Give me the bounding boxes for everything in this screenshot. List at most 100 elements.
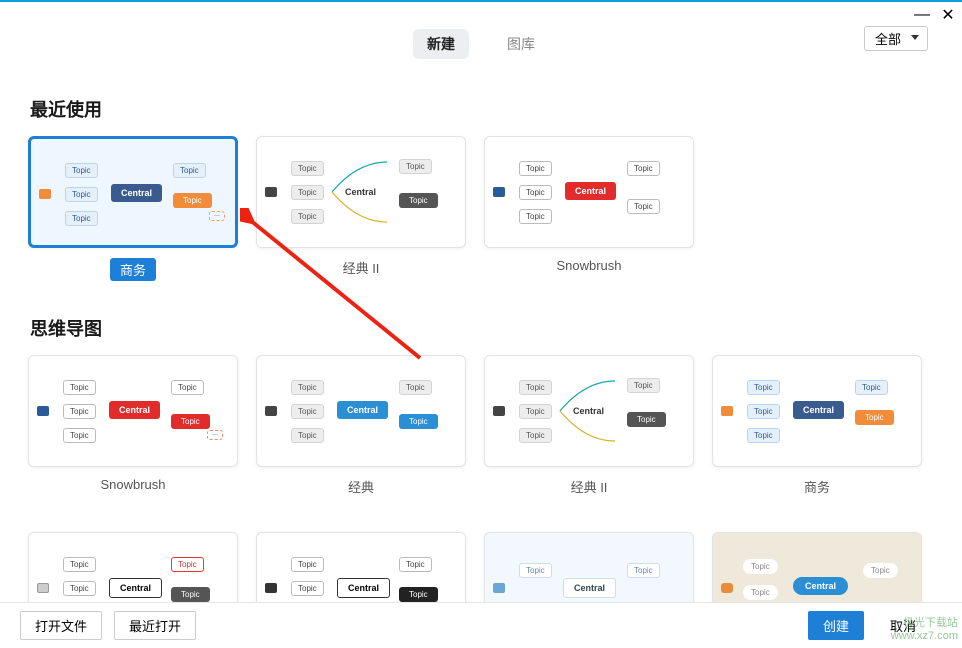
close-icon: ✕ bbox=[941, 5, 954, 25]
preview-topic: Topic bbox=[747, 380, 780, 395]
minimize-button[interactable]: — bbox=[916, 9, 928, 21]
preview-topic: Topic bbox=[291, 557, 324, 572]
preview-central: Central bbox=[109, 578, 162, 598]
template-thumbnail: Topic Topic Topic Central Topic Topic bbox=[484, 136, 694, 248]
preview-topic: Topic bbox=[171, 587, 210, 602]
preview-topic: Topic bbox=[519, 161, 552, 176]
preview-topic: Topic bbox=[399, 414, 438, 429]
template-card[interactable]: Topic Central Topic bbox=[484, 532, 694, 602]
template-card[interactable]: Topic Topic Topic Central Topic Topic — … bbox=[28, 355, 238, 496]
preview-topic: Topic bbox=[863, 563, 898, 578]
preview-central: Central bbox=[111, 184, 162, 202]
minimize-icon: — bbox=[914, 6, 930, 24]
preview-topic: Topic bbox=[291, 161, 324, 176]
preview-central: Central bbox=[565, 182, 616, 200]
preview-topic: Topic bbox=[627, 161, 660, 176]
header-tabs: 新建 图库 bbox=[413, 29, 549, 59]
tab-new[interactable]: 新建 bbox=[413, 29, 469, 59]
preview-topic: Topic bbox=[519, 563, 552, 578]
template-thumbnail: Topic Topic Topic Central Topic Topic bbox=[484, 355, 694, 467]
template-card[interactable]: Topic Topic Topic Central Topic Topic 商务 bbox=[712, 355, 922, 496]
preview-central: Central bbox=[793, 401, 844, 419]
preview-topic: Topic bbox=[291, 209, 324, 224]
preview-topic: Topic bbox=[171, 557, 204, 572]
preview-topic: Topic bbox=[519, 428, 552, 443]
preview-topic: Topic bbox=[63, 380, 96, 395]
template-card[interactable]: Topic Topic Topic Central Topic Topic — … bbox=[28, 136, 238, 281]
preview-topic: Topic bbox=[65, 187, 98, 202]
template-thumbnail: Topic Topic Topic Central Topic Topic bbox=[256, 355, 466, 467]
template-thumbnail: Topic Topic Topic Central Topic Topic bbox=[712, 355, 922, 467]
template-label: 经典 bbox=[348, 477, 374, 496]
template-label: 商务 bbox=[804, 477, 830, 496]
preview-topic: Topic bbox=[173, 193, 212, 208]
preview-topic: Topic bbox=[627, 563, 660, 578]
template-label: 经典 II bbox=[343, 258, 380, 277]
create-button[interactable]: 创建 bbox=[808, 611, 864, 640]
template-thumbnail: Topic Topic Topic Central Topic Topic bbox=[256, 136, 466, 248]
preview-topic: Topic bbox=[291, 404, 324, 419]
preview-topic: Topic bbox=[399, 193, 438, 208]
open-file-button[interactable]: 打开文件 bbox=[20, 611, 102, 640]
recent-grid: Topic Topic Topic Central Topic Topic — … bbox=[28, 136, 924, 281]
template-thumbnail: Topic Topic Topic Central Topic Topic — bbox=[28, 355, 238, 467]
close-button[interactable]: ✕ bbox=[942, 9, 954, 21]
template-card[interactable]: Topic Topic Topic Central Topic Topic Sn… bbox=[484, 136, 694, 281]
footer: 打开文件 最近打开 创建 取消 bbox=[0, 602, 962, 648]
template-card[interactable]: Topic Topic Topic Central Topic Topic 经典 bbox=[256, 355, 466, 496]
preview-topic: Topic bbox=[63, 428, 96, 443]
preview-central: Central bbox=[337, 401, 388, 419]
preview-topic: Topic bbox=[63, 404, 96, 419]
preview-topic: Topic bbox=[627, 199, 660, 214]
preview-topic: Topic bbox=[171, 414, 210, 429]
preview-topic: Topic bbox=[63, 557, 96, 572]
preview-topic: Topic bbox=[855, 410, 894, 425]
template-label: Snowbrush bbox=[100, 477, 165, 492]
preview-topic: Topic bbox=[747, 404, 780, 419]
template-card[interactable]: Topic Topic Topic Central Topic Topic 经典… bbox=[256, 136, 466, 281]
preview-topic: Topic bbox=[519, 404, 552, 419]
preview-central: Central bbox=[337, 578, 390, 598]
preview-topic: Topic bbox=[743, 559, 778, 574]
section-recent-title: 最近使用 bbox=[30, 96, 924, 122]
category-value: 全部 bbox=[875, 29, 901, 48]
preview-topic: Topic bbox=[291, 428, 324, 443]
mindmap-grid: Topic Topic Topic Central Topic Topic — … bbox=[28, 355, 924, 602]
tab-gallery[interactable]: 图库 bbox=[493, 29, 549, 59]
category-select[interactable]: 全部 bbox=[864, 26, 928, 51]
preview-topic: Topic bbox=[65, 163, 98, 178]
template-card[interactable]: Topic Topic Topic Central Topic Topic 经典… bbox=[484, 355, 694, 496]
template-thumbnail: Topic Topic Central Topic Topic bbox=[28, 532, 238, 602]
preview-topic: Topic bbox=[399, 380, 432, 395]
preview-topic: Topic bbox=[399, 159, 432, 174]
template-thumbnail: Topic Central Topic bbox=[484, 532, 694, 602]
preview-topic: Topic bbox=[399, 557, 432, 572]
preview-topic: Topic bbox=[173, 163, 206, 178]
template-card[interactable]: Topic Topic Central Topic Topic bbox=[28, 532, 238, 602]
preview-topic: Topic bbox=[291, 581, 324, 596]
recent-open-button[interactable]: 最近打开 bbox=[114, 611, 196, 640]
template-content[interactable]: 最近使用 Topic Topic Topic Central Topic Top… bbox=[0, 62, 952, 602]
preview-central: Central bbox=[109, 401, 160, 419]
preview-topic: Topic bbox=[747, 428, 780, 443]
preview-topic: Topic bbox=[291, 185, 324, 200]
preview-topic: Topic bbox=[171, 380, 204, 395]
cancel-button[interactable]: 取消 bbox=[876, 612, 930, 639]
template-thumbnail: Topic Topic Central Topic bbox=[712, 532, 922, 602]
template-label: 经典 II bbox=[571, 477, 608, 496]
preview-topic: Topic bbox=[291, 380, 324, 395]
template-card[interactable]: Topic Topic Central Topic bbox=[712, 532, 922, 602]
template-label: Snowbrush bbox=[556, 258, 621, 273]
preview-topic: Topic bbox=[519, 185, 552, 200]
section-mindmap-title: 思维导图 bbox=[30, 315, 924, 341]
preview-topic: Topic bbox=[627, 378, 660, 393]
template-thumbnail: Topic Topic Central Topic Topic bbox=[256, 532, 466, 602]
template-label: 商务 bbox=[110, 258, 156, 281]
preview-topic: Topic bbox=[855, 380, 888, 395]
preview-central: Central bbox=[563, 578, 616, 598]
preview-topic: Topic bbox=[743, 585, 778, 600]
template-card[interactable]: Topic Topic Central Topic Topic bbox=[256, 532, 466, 602]
preview-central: Central bbox=[793, 577, 848, 595]
preview-topic: Topic bbox=[627, 412, 666, 427]
preview-topic: Topic bbox=[519, 209, 552, 224]
